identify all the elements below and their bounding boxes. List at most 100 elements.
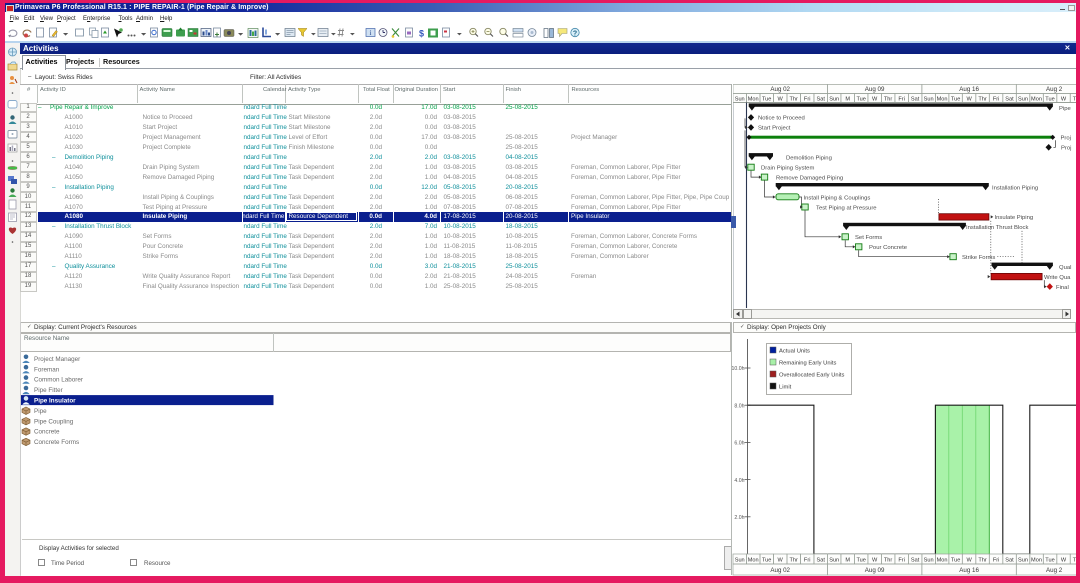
- svg-text:W: W: [966, 558, 972, 564]
- svg-text:Sun: Sun: [924, 558, 934, 564]
- svg-text:Tue: Tue: [762, 96, 771, 102]
- svg-text:Thr: Thr: [1073, 96, 1076, 102]
- svg-text:Concrete Forms: Concrete Forms: [34, 439, 79, 446]
- svg-text:Pipe Insulator: Pipe Insulator: [34, 398, 76, 405]
- svg-text:Thr: Thr: [978, 96, 987, 102]
- svg-text:Actual Units: Actual Units: [779, 348, 810, 354]
- svg-text:Qual: Qual: [1059, 265, 1071, 271]
- svg-text:Proj: Proj: [1061, 136, 1071, 142]
- svg-text:Tue: Tue: [951, 96, 960, 102]
- svg-text:Aug 09: Aug 09: [865, 86, 885, 93]
- svg-text:Sun: Sun: [735, 96, 745, 102]
- svg-text:Pipe: Pipe: [1059, 106, 1072, 112]
- svg-text:i: i: [370, 29, 372, 37]
- svg-text:Aug 16: Aug 16: [959, 86, 979, 93]
- svg-text:Notice to Proceed: Notice to Proceed: [758, 116, 805, 122]
- svg-text:Foreman: Foreman: [34, 366, 60, 373]
- svg-text:Final: Final: [1056, 285, 1069, 291]
- svg-text:Fri: Fri: [898, 96, 905, 102]
- svg-text:Thr: Thr: [884, 558, 893, 564]
- svg-text:Sun: Sun: [1018, 558, 1028, 564]
- svg-text:Mon: Mon: [1031, 96, 1042, 102]
- svg-text:2.0h: 2.0h: [734, 515, 744, 521]
- svg-text:W: W: [778, 558, 784, 564]
- svg-text:Fri: Fri: [804, 96, 811, 102]
- svg-text:M: M: [845, 96, 850, 102]
- svg-text:Mon: Mon: [937, 558, 948, 564]
- svg-text:Fri: Fri: [993, 96, 1000, 102]
- svg-text:Aug 09: Aug 09: [865, 567, 885, 574]
- svg-text:Strike Forms: Strike Forms: [962, 255, 995, 261]
- svg-text:Proj: Proj: [1061, 146, 1071, 152]
- svg-text:Installation Piping: Installation Piping: [992, 185, 1038, 191]
- svg-text:W: W: [1061, 96, 1067, 102]
- svg-text:Write Qua: Write Qua: [1044, 275, 1071, 281]
- svg-text:Aug 02: Aug 02: [770, 567, 790, 574]
- svg-text:Pipe: Pipe: [34, 408, 47, 415]
- svg-text:$: $: [419, 29, 424, 39]
- svg-text:6.0h: 6.0h: [734, 441, 744, 447]
- svg-text:Pipe Coupling: Pipe Coupling: [34, 418, 74, 425]
- svg-text:Thr: Thr: [790, 96, 799, 102]
- svg-text:Aug 16: Aug 16: [959, 567, 979, 574]
- svg-text:Sun: Sun: [924, 96, 934, 102]
- svg-text:Demolition Piping: Demolition Piping: [786, 156, 832, 162]
- svg-text:Sat: Sat: [911, 558, 920, 564]
- svg-text:Start Project: Start Project: [758, 126, 791, 132]
- svg-text:Sun: Sun: [735, 558, 745, 564]
- svg-text:Tue: Tue: [856, 558, 865, 564]
- svg-text:Project Manager: Project Manager: [34, 356, 80, 363]
- svg-text:Tue: Tue: [1045, 96, 1054, 102]
- svg-text:Sun: Sun: [829, 558, 839, 564]
- svg-text:W: W: [966, 96, 972, 102]
- svg-text:Remove Damaged Piping: Remove Damaged Piping: [776, 175, 843, 181]
- svg-text:Common Laborer: Common Laborer: [34, 377, 83, 384]
- svg-text:Installation Thrust Block: Installation Thrust Block: [966, 225, 1028, 231]
- svg-text:Thr: Thr: [790, 558, 799, 564]
- svg-text:Thr: Thr: [884, 96, 893, 102]
- svg-text:Tue: Tue: [1045, 558, 1054, 564]
- svg-text:Sat: Sat: [816, 96, 825, 102]
- svg-text:Thr: Thr: [978, 558, 987, 564]
- svg-text:Sun: Sun: [829, 96, 839, 102]
- svg-text:Sat: Sat: [816, 558, 825, 564]
- svg-text:4.0h: 4.0h: [734, 478, 744, 484]
- svg-text:Overallocated Early Units: Overallocated Early Units: [779, 372, 845, 378]
- svg-text:Insulate Piping: Insulate Piping: [995, 215, 1034, 221]
- svg-text:?: ?: [573, 31, 577, 38]
- svg-text:Thr: Thr: [1073, 558, 1076, 564]
- svg-text:Pour Concrete: Pour Concrete: [869, 245, 908, 251]
- svg-text:10.0h: 10.0h: [732, 366, 745, 372]
- svg-text:Drain Piping System: Drain Piping System: [761, 166, 814, 172]
- svg-text:W: W: [872, 558, 878, 564]
- svg-text:Aug 2: Aug 2: [1046, 86, 1063, 93]
- svg-text:Mon: Mon: [1031, 558, 1042, 564]
- svg-text:Tue: Tue: [856, 96, 865, 102]
- svg-text:Concrete: Concrete: [34, 429, 60, 436]
- svg-text:Fri: Fri: [993, 558, 1000, 564]
- svg-text:Fri: Fri: [898, 558, 905, 564]
- svg-text:Mon: Mon: [748, 96, 759, 102]
- svg-text:Sat: Sat: [1005, 96, 1014, 102]
- svg-text:Tue: Tue: [951, 558, 960, 564]
- svg-text:Fri: Fri: [804, 558, 811, 564]
- svg-text:Sun: Sun: [1018, 96, 1028, 102]
- svg-text:Mon: Mon: [937, 96, 948, 102]
- svg-text:8.0h: 8.0h: [734, 403, 744, 409]
- svg-text:Limit: Limit: [779, 384, 792, 390]
- svg-text:Pipe Fitter: Pipe Fitter: [34, 387, 63, 394]
- svg-text:Sat: Sat: [911, 96, 920, 102]
- svg-text:Remaining Early Units: Remaining Early Units: [779, 360, 836, 366]
- svg-text:W: W: [1061, 558, 1067, 564]
- svg-text:Sat: Sat: [1005, 558, 1014, 564]
- svg-text:Aug 02: Aug 02: [770, 86, 790, 93]
- svg-text:W: W: [872, 96, 878, 102]
- svg-text:Install Piping & Couplings: Install Piping & Couplings: [804, 195, 871, 201]
- svg-text:Set Forms: Set Forms: [855, 235, 882, 241]
- svg-text:Aug 2: Aug 2: [1046, 567, 1063, 574]
- svg-text:Test Piping at Pressure: Test Piping at Pressure: [816, 205, 877, 211]
- svg-text:M: M: [845, 558, 850, 564]
- svg-text:Tue: Tue: [762, 558, 771, 564]
- svg-text:Mon: Mon: [748, 558, 759, 564]
- svg-text:W: W: [778, 96, 784, 102]
